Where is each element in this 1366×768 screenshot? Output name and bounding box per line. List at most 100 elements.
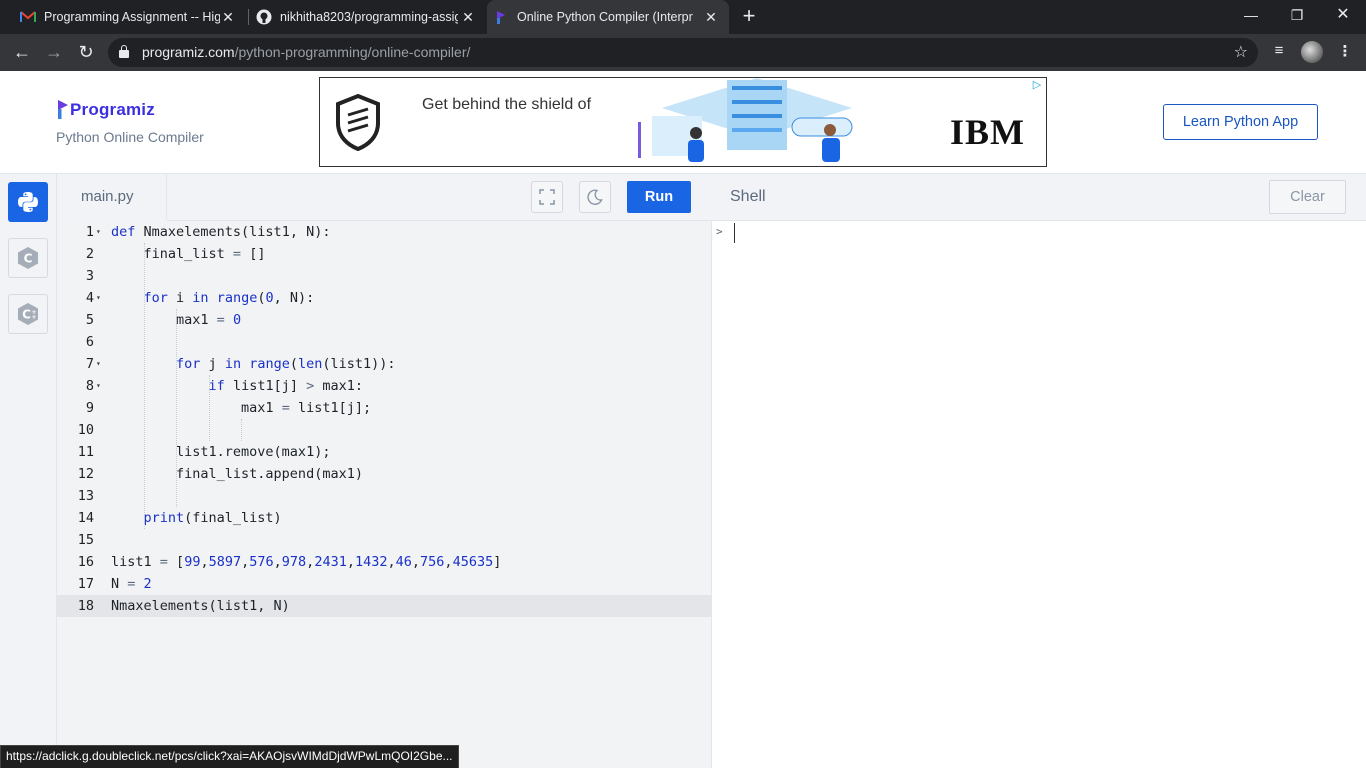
shell-output[interactable]: > (712, 221, 1366, 768)
code-text: def Nmaxelements(list1, N): (111, 224, 331, 240)
fold-arrow-icon[interactable]: ▾ (96, 287, 101, 309)
fullscreen-icon[interactable] (531, 181, 563, 213)
menu-kebab-icon[interactable]: ⋮ (1334, 42, 1356, 60)
indent-guide (208, 375, 210, 441)
ad-text: Get behind the shield of (422, 96, 592, 113)
code-line[interactable]: 11 list1.remove(max1); (57, 441, 711, 463)
file-tab-main-py[interactable]: main.py (57, 174, 167, 221)
code-line[interactable]: 5 max1 = 0 (57, 309, 711, 331)
line-number: 9 (85, 400, 94, 416)
code-line[interactable]: 6 (57, 331, 711, 353)
ad-choices-icon[interactable]: ▷ (1030, 78, 1044, 92)
cpp-icon[interactable]: C + + (8, 294, 48, 334)
code-text: max1 = list1[j]; (111, 400, 372, 416)
code-line[interactable]: 1 ▾ def Nmaxelements(list1, N): (57, 221, 711, 243)
code-text: if list1[j] > max1: (208, 378, 364, 394)
line-number: 10 (77, 422, 94, 438)
browser-tab-gmail[interactable]: Programming Assignment -- High ✕ (14, 0, 246, 34)
close-tab-icon[interactable]: ✕ (703, 9, 719, 25)
shell-header: Shell Clear (712, 174, 1366, 221)
text-cursor (734, 223, 735, 243)
line-number: 13 (77, 488, 94, 504)
python-icon[interactable] (8, 182, 48, 222)
indent-guide (241, 419, 243, 441)
address-bar[interactable]: programiz.com/python-programming/online-… (108, 38, 1258, 67)
code-line[interactable]: 3 (57, 265, 711, 287)
code-line[interactable]: 14 print(final_list) (57, 507, 711, 529)
learn-python-app-button[interactable]: Learn Python App (1163, 104, 1318, 140)
media-control-icon[interactable]: ≡ (1268, 42, 1290, 59)
dark-mode-moon-icon[interactable] (579, 181, 611, 213)
ibm-logo: IBM (950, 112, 1025, 152)
bookmark-star-icon[interactable]: ☆ (1234, 42, 1248, 62)
code-line[interactable]: 17 N = 2 (57, 573, 711, 595)
minimize-icon[interactable]: — (1228, 0, 1274, 30)
code-line[interactable]: 15 (57, 529, 711, 551)
line-number: 8 (85, 378, 94, 394)
profile-avatar[interactable] (1301, 41, 1323, 63)
code-text: for j in range(len(list1)): (176, 356, 396, 372)
gmail-icon (20, 9, 36, 25)
code-line[interactable]: 10 (57, 419, 711, 441)
indent-guide (143, 243, 145, 529)
fold-arrow-icon[interactable]: ▾ (96, 375, 101, 397)
code-line[interactable]: 9 max1 = list1[j]; (57, 397, 711, 419)
line-number: 17 (77, 576, 94, 592)
programiz-icon (493, 9, 509, 25)
close-window-icon[interactable]: ✕ (1320, 0, 1366, 30)
lock-icon[interactable] (119, 45, 129, 59)
line-number: 3 (85, 268, 94, 284)
browser-tab-github[interactable]: nikhitha8203/programming-assig ✕ (250, 0, 486, 34)
url-text: programiz.com/python-programming/online-… (142, 44, 471, 60)
code-line[interactable]: 2 final_list = [] (57, 243, 711, 265)
code-line[interactable]: 8 ▾ if list1[j] > max1: (57, 375, 711, 397)
back-icon[interactable]: ← (10, 41, 34, 65)
code-text: list1 = [99,5897,576,978,2431,1432,46,75… (111, 554, 502, 570)
line-number: 15 (77, 532, 94, 548)
line-number: 6 (85, 334, 94, 350)
svg-text:C: C (24, 252, 33, 266)
svg-text:C: C (22, 308, 31, 322)
browser-tab-bar: Programming Assignment -- High ✕ nikhith… (0, 0, 1366, 34)
restore-icon[interactable]: ❐ (1274, 0, 1320, 30)
svg-text:+: + (31, 314, 36, 321)
code-line[interactable]: 12 final_list.append(max1) (57, 463, 711, 485)
c-icon[interactable]: C (8, 238, 48, 278)
tab-separator (248, 9, 249, 25)
line-number: 4 (85, 290, 94, 306)
code-line[interactable]: 4 ▾ for i in range(0, N): (57, 287, 711, 309)
line-number: 5 (85, 312, 94, 328)
close-tab-icon[interactable]: ✕ (220, 9, 236, 25)
fold-arrow-icon[interactable]: ▾ (96, 221, 101, 243)
clear-button[interactable]: Clear (1269, 180, 1346, 214)
fold-arrow-icon[interactable]: ▾ (96, 353, 101, 375)
new-tab-icon[interactable]: + (738, 5, 760, 28)
code-text: final_list.append(max1) (111, 466, 363, 482)
tab-title: Online Python Compiler (Interpre (517, 10, 693, 24)
code-line[interactable]: 18 Nmaxelements(list1, N) (57, 595, 711, 617)
code-line[interactable]: 16 list1 = [99,5897,576,978,2431,1432,46,… (57, 551, 711, 573)
code-line[interactable]: 13 (57, 485, 711, 507)
programiz-logo[interactable]: Programiz (57, 99, 155, 121)
reload-icon[interactable]: ↻ (74, 41, 98, 65)
browser-tab-programiz[interactable]: Online Python Compiler (Interpre ✕ (487, 0, 729, 34)
shield-icon (336, 93, 380, 151)
page-subtitle: Python Online Compiler (56, 129, 204, 145)
shell-title: Shell (730, 188, 766, 205)
line-number: 12 (77, 466, 94, 482)
programiz-logo-icon (57, 99, 69, 121)
editor-header: main.py Run (57, 174, 712, 222)
advertisement-banner[interactable]: Get behind the shield of IBM ▷ (319, 77, 1047, 167)
forward-icon[interactable]: → (42, 41, 66, 65)
close-tab-icon[interactable]: ✕ (460, 9, 476, 25)
code-line[interactable]: 7 ▾ for j in range(len(list1)): (57, 353, 711, 375)
run-button[interactable]: Run (627, 181, 691, 213)
line-number: 18 (77, 598, 94, 614)
logo-text: Programiz (70, 100, 155, 119)
code-editor[interactable]: 1 ▾ def Nmaxelements(list1, N): 2 final_lis… (57, 221, 712, 768)
code-text: Nmaxelements(list1, N) (111, 598, 290, 614)
tab-title: Programming Assignment -- High (44, 10, 220, 24)
line-number: 11 (77, 444, 94, 460)
line-number: 2 (85, 246, 94, 262)
tab-title: nikhitha8203/programming-assig (280, 10, 458, 24)
